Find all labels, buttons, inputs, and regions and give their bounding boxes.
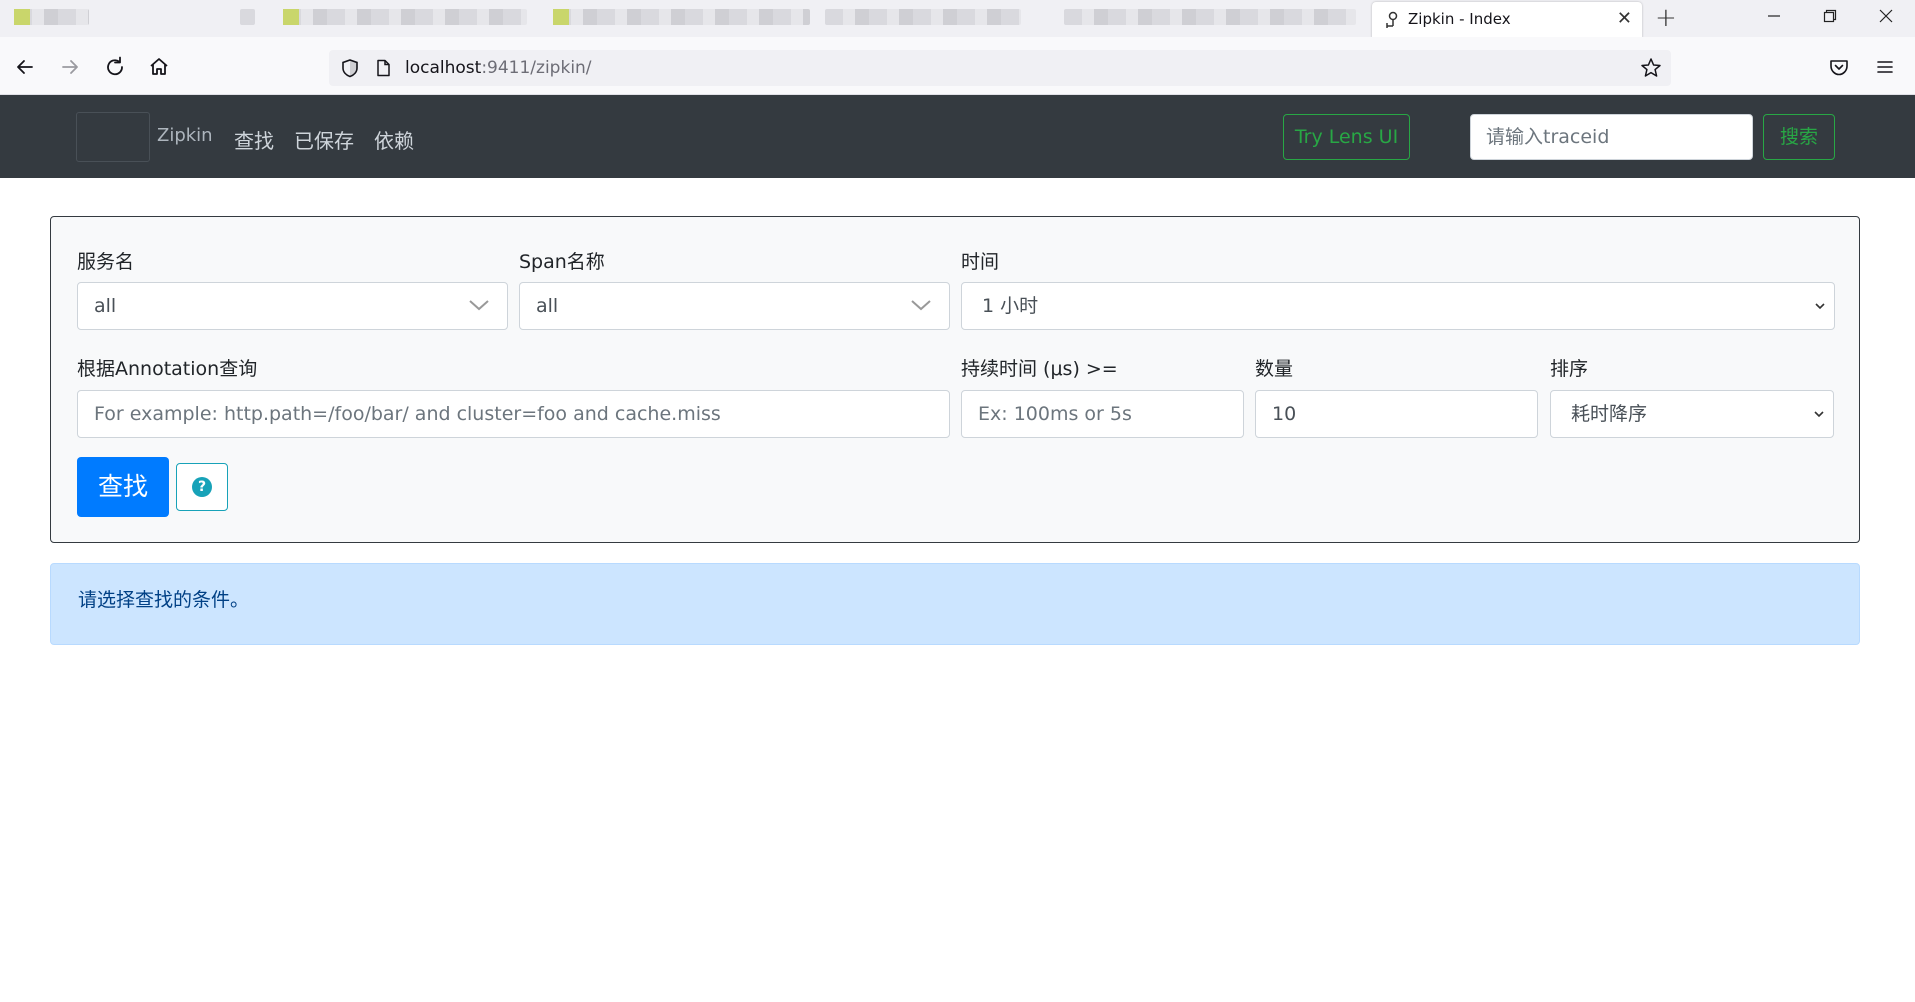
chevron-down-icon	[469, 300, 489, 311]
nav-link-dependencies[interactable]: 依赖	[374, 125, 414, 154]
annotation-query-input[interactable]	[77, 390, 950, 438]
chevron-down-icon	[1815, 303, 1825, 310]
browser-tab-blurred[interactable]	[553, 9, 810, 25]
zipkin-logo[interactable]	[76, 112, 150, 162]
close-window-icon[interactable]	[1866, 4, 1906, 32]
zipkin-navbar: Zipkin 查找 已保存 依赖 Try Lens UI 搜索	[0, 95, 1915, 178]
service-name-label: 服务名	[77, 251, 135, 273]
tab-title: Zipkin - Index	[1408, 10, 1511, 28]
url-host: localhost	[405, 58, 482, 78]
page-icon[interactable]	[373, 58, 393, 78]
chevron-down-icon	[1814, 411, 1824, 418]
browser-tab-blurred[interactable]	[240, 9, 255, 25]
browser-tab-blurred[interactable]	[14, 9, 89, 25]
help-button[interactable]: ?	[176, 463, 228, 511]
forward-arrow-icon[interactable]	[57, 54, 83, 80]
browser-tab-active[interactable]: Zipkin - Index ✕	[1372, 2, 1642, 38]
span-name-select[interactable]: all	[519, 282, 950, 330]
browser-tab-blurred[interactable]	[825, 9, 1021, 25]
browser-toolbar: localhost:9411/zipkin/	[0, 37, 1915, 95]
span-name-value: all	[536, 295, 559, 317]
nav-link-find[interactable]: 查找	[234, 125, 274, 154]
reload-icon[interactable]	[102, 54, 128, 80]
hamburger-menu-icon[interactable]	[1873, 55, 1897, 79]
tab-favicon	[283, 9, 299, 25]
navbar-brand[interactable]: Zipkin	[157, 125, 213, 146]
time-value: 1 小时	[982, 295, 1039, 317]
find-button[interactable]: 查找	[77, 457, 169, 517]
search-form-card: 服务名 all Span名称 all 时间 1 小时 根据Annotation查…	[50, 216, 1860, 543]
tab-favicon	[14, 9, 30, 25]
tab-favicon	[553, 9, 569, 25]
browser-tab-bar: Zipkin - Index ✕ +	[0, 0, 1915, 38]
browser-tab-blurred[interactable]	[1064, 9, 1356, 25]
browser-tab-blurred[interactable]	[283, 9, 527, 25]
time-select[interactable]: 1 小时	[961, 282, 1835, 330]
time-label: 时间	[961, 251, 1000, 273]
sort-value: 耗时降序	[1571, 403, 1648, 425]
restore-icon[interactable]	[1810, 4, 1850, 32]
back-arrow-icon[interactable]	[12, 54, 38, 80]
info-alert: 请选择查找的条件。	[50, 563, 1860, 645]
nav-link-saved[interactable]: 已保存	[294, 125, 354, 154]
service-name-value: all	[94, 295, 117, 317]
duration-label: 持续时间 (μs) >=	[961, 358, 1118, 380]
annotation-label: 根据Annotation查询	[77, 358, 258, 380]
sort-select[interactable]: 耗时降序	[1550, 390, 1834, 438]
zipkin-favicon-icon	[1386, 11, 1398, 28]
close-tab-icon[interactable]: ✕	[1617, 8, 1632, 29]
traceid-search-input[interactable]	[1470, 114, 1753, 160]
span-name-label: Span名称	[519, 251, 605, 273]
min-duration-input[interactable]	[961, 390, 1244, 438]
chevron-down-icon	[911, 300, 931, 311]
pocket-icon[interactable]	[1827, 55, 1851, 79]
minimize-icon[interactable]	[1754, 4, 1794, 32]
shield-icon[interactable]	[339, 57, 361, 79]
new-tab-icon[interactable]: +	[1655, 3, 1677, 33]
address-bar[interactable]: localhost:9411/zipkin/	[329, 50, 1671, 86]
question-circle-icon: ?	[192, 477, 212, 497]
sort-label: 排序	[1550, 358, 1589, 380]
service-name-select[interactable]: all	[77, 282, 508, 330]
try-lens-ui-button[interactable]: Try Lens UI	[1283, 114, 1410, 160]
limit-label: 数量	[1255, 358, 1294, 380]
limit-value: 10	[1272, 403, 1297, 425]
limit-input[interactable]: 10	[1255, 390, 1538, 438]
alert-message: 请选择查找的条件。	[78, 589, 250, 611]
url-text[interactable]: localhost:9411/zipkin/	[405, 58, 592, 78]
traceid-search-button[interactable]: 搜索	[1763, 114, 1835, 160]
bookmark-star-icon[interactable]	[1639, 56, 1663, 80]
url-path: :9411/zipkin/	[481, 58, 592, 78]
home-icon[interactable]	[146, 54, 172, 80]
